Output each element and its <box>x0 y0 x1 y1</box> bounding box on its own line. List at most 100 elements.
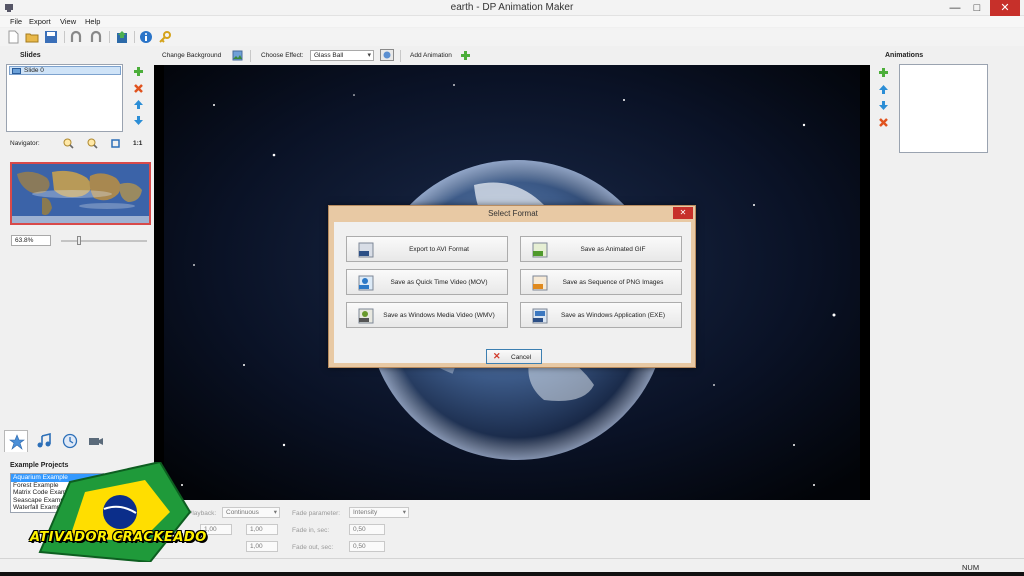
watermark-text: ATIVADOR CRACKEADO <box>30 530 207 545</box>
effect-bar: Change Background Choose Effect: Glass B… <box>154 47 872 64</box>
slide-label: Slide 0 <box>24 67 44 74</box>
close-icon: ✕ <box>493 351 501 361</box>
add-animation-icon[interactable] <box>878 67 889 78</box>
value-field[interactable]: 1,00 <box>246 541 278 552</box>
move-down-icon[interactable] <box>133 115 144 126</box>
cancel-label: Cancel <box>511 354 532 361</box>
save-mov-button[interactable]: Save as Quick Time Video (MOV) <box>346 269 508 295</box>
fade-out-label: Fade out, sec: <box>292 544 334 551</box>
zoom-slider-track[interactable] <box>61 240 147 242</box>
exe-file-icon <box>532 308 548 324</box>
fade-in-field[interactable]: 0,50 <box>349 524 385 535</box>
effect-select-value: Glass Ball <box>314 52 344 59</box>
fit-icon[interactable] <box>110 138 121 149</box>
tab-video[interactable] <box>84 430 108 452</box>
star-icon <box>9 434 25 450</box>
maximize-button[interactable]: □ <box>966 0 988 16</box>
clock-icon <box>62 433 78 449</box>
toolbar-separator <box>109 31 110 43</box>
mov-file-icon <box>358 275 374 291</box>
camera-icon <box>89 438 103 445</box>
button-label: Save as Sequence of PNG Images <box>562 279 664 286</box>
save-icon[interactable] <box>44 30 58 44</box>
menu-bar: File Export View Help <box>0 16 1024 27</box>
zoom-out-icon[interactable] <box>87 138 98 149</box>
button-label: Save as Windows Application (EXE) <box>560 312 666 319</box>
new-icon[interactable] <box>6 30 20 44</box>
move-down-icon[interactable] <box>878 100 889 111</box>
plus-icon[interactable] <box>460 50 471 61</box>
button-label: Export to AVI Format <box>409 246 469 253</box>
zoom-in-icon[interactable] <box>63 138 74 149</box>
delete-animation-icon[interactable] <box>878 117 889 128</box>
chevron-down-icon: ▾ <box>273 509 277 516</box>
cancel-button[interactable]: ✕ Cancel <box>486 349 542 364</box>
navigator-label: Navigator: <box>10 140 40 147</box>
list-item[interactable]: Slide 0 <box>9 66 121 75</box>
animations-title: Animations <box>885 52 924 59</box>
navigator-thumbnail[interactable] <box>10 162 151 225</box>
fade-parameter-select[interactable]: Intensity ▾ <box>349 507 409 518</box>
tab-music[interactable] <box>32 430 56 452</box>
dialog-body: Export to AVI Format Save as Animated GI… <box>334 222 691 364</box>
tab-effects[interactable] <box>4 430 28 452</box>
taskbar-strip <box>0 572 1024 576</box>
save-exe-button[interactable]: Save as Windows Application (EXE) <box>520 302 682 328</box>
save-wmv-button[interactable]: Save as Windows Media Video (WMV) <box>346 302 508 328</box>
one-to-one-button[interactable]: 1:1 <box>133 140 142 147</box>
choose-effect-label: Choose Effect: <box>261 52 304 59</box>
slides-title: Slides <box>20 52 41 59</box>
save-png-button[interactable]: Save as Sequence of PNG Images <box>520 269 682 295</box>
window-title: earth - DP Animation Maker <box>450 2 574 13</box>
close-button[interactable]: ✕ <box>990 0 1020 16</box>
button-label: Save as Quick Time Video (MOV) <box>390 279 488 286</box>
export-avi-button[interactable]: Export to AVI Format <box>346 236 508 262</box>
zoom-slider-handle[interactable] <box>77 236 81 245</box>
minimize-button[interactable]: — <box>944 0 966 16</box>
menu-export[interactable]: Export <box>29 17 51 26</box>
fade-parameter-value: Intensity <box>353 509 378 516</box>
save-gif-button[interactable]: Save as Animated GIF <box>520 236 682 262</box>
png-file-icon <box>532 275 548 291</box>
zoom-level-field[interactable]: 63.8% <box>11 235 51 246</box>
toolbar-separator <box>64 31 65 43</box>
fade-parameter-label: Fade parameter: <box>292 510 341 517</box>
add-slide-icon[interactable] <box>133 66 144 77</box>
playback-select[interactable]: Continuous ▾ <box>222 507 280 518</box>
delete-slide-icon[interactable] <box>133 83 144 94</box>
effect-settings-icon[interactable] <box>380 49 394 61</box>
dialog-close-button[interactable]: ✕ <box>673 207 693 219</box>
slides-list[interactable]: Slide 0 <box>6 64 123 132</box>
picture-icon[interactable] <box>232 50 243 61</box>
slide-thumb-icon <box>12 68 21 74</box>
avi-file-icon <box>358 242 374 258</box>
undo-icon[interactable] <box>69 30 83 44</box>
playback-value: Continuous <box>226 509 259 516</box>
move-up-icon[interactable] <box>878 84 889 95</box>
info-icon[interactable] <box>139 30 153 44</box>
move-up-icon[interactable] <box>133 99 144 110</box>
effect-select[interactable]: Glass Ball ▾ <box>310 50 374 61</box>
chevron-down-icon: ▾ <box>402 509 406 516</box>
select-format-dialog: Select Format ✕ Export to AVI Format Sav… <box>328 205 696 368</box>
resource-tabs <box>4 430 149 452</box>
key-icon[interactable] <box>158 30 172 44</box>
fade-out-field[interactable]: 0,50 <box>349 541 385 552</box>
button-label: Save as Animated GIF <box>580 246 646 253</box>
world-map-image <box>12 164 149 223</box>
open-icon[interactable] <box>25 30 39 44</box>
chevron-down-icon: ▾ <box>367 52 371 59</box>
export-icon[interactable] <box>115 30 129 44</box>
menu-help[interactable]: Help <box>85 17 100 26</box>
value-field[interactable]: 1,00 <box>246 524 278 535</box>
add-animation-label[interactable]: Add Animation <box>410 52 452 59</box>
tab-timing[interactable] <box>58 430 82 452</box>
change-background-label[interactable]: Change Background <box>162 52 221 59</box>
menu-view[interactable]: View <box>60 17 76 26</box>
effect-separator <box>250 50 251 62</box>
toolbar-separator <box>134 31 135 43</box>
effect-separator <box>400 50 401 62</box>
animations-list[interactable] <box>899 64 988 153</box>
redo-icon[interactable] <box>89 30 103 44</box>
menu-file[interactable]: File <box>10 17 22 26</box>
